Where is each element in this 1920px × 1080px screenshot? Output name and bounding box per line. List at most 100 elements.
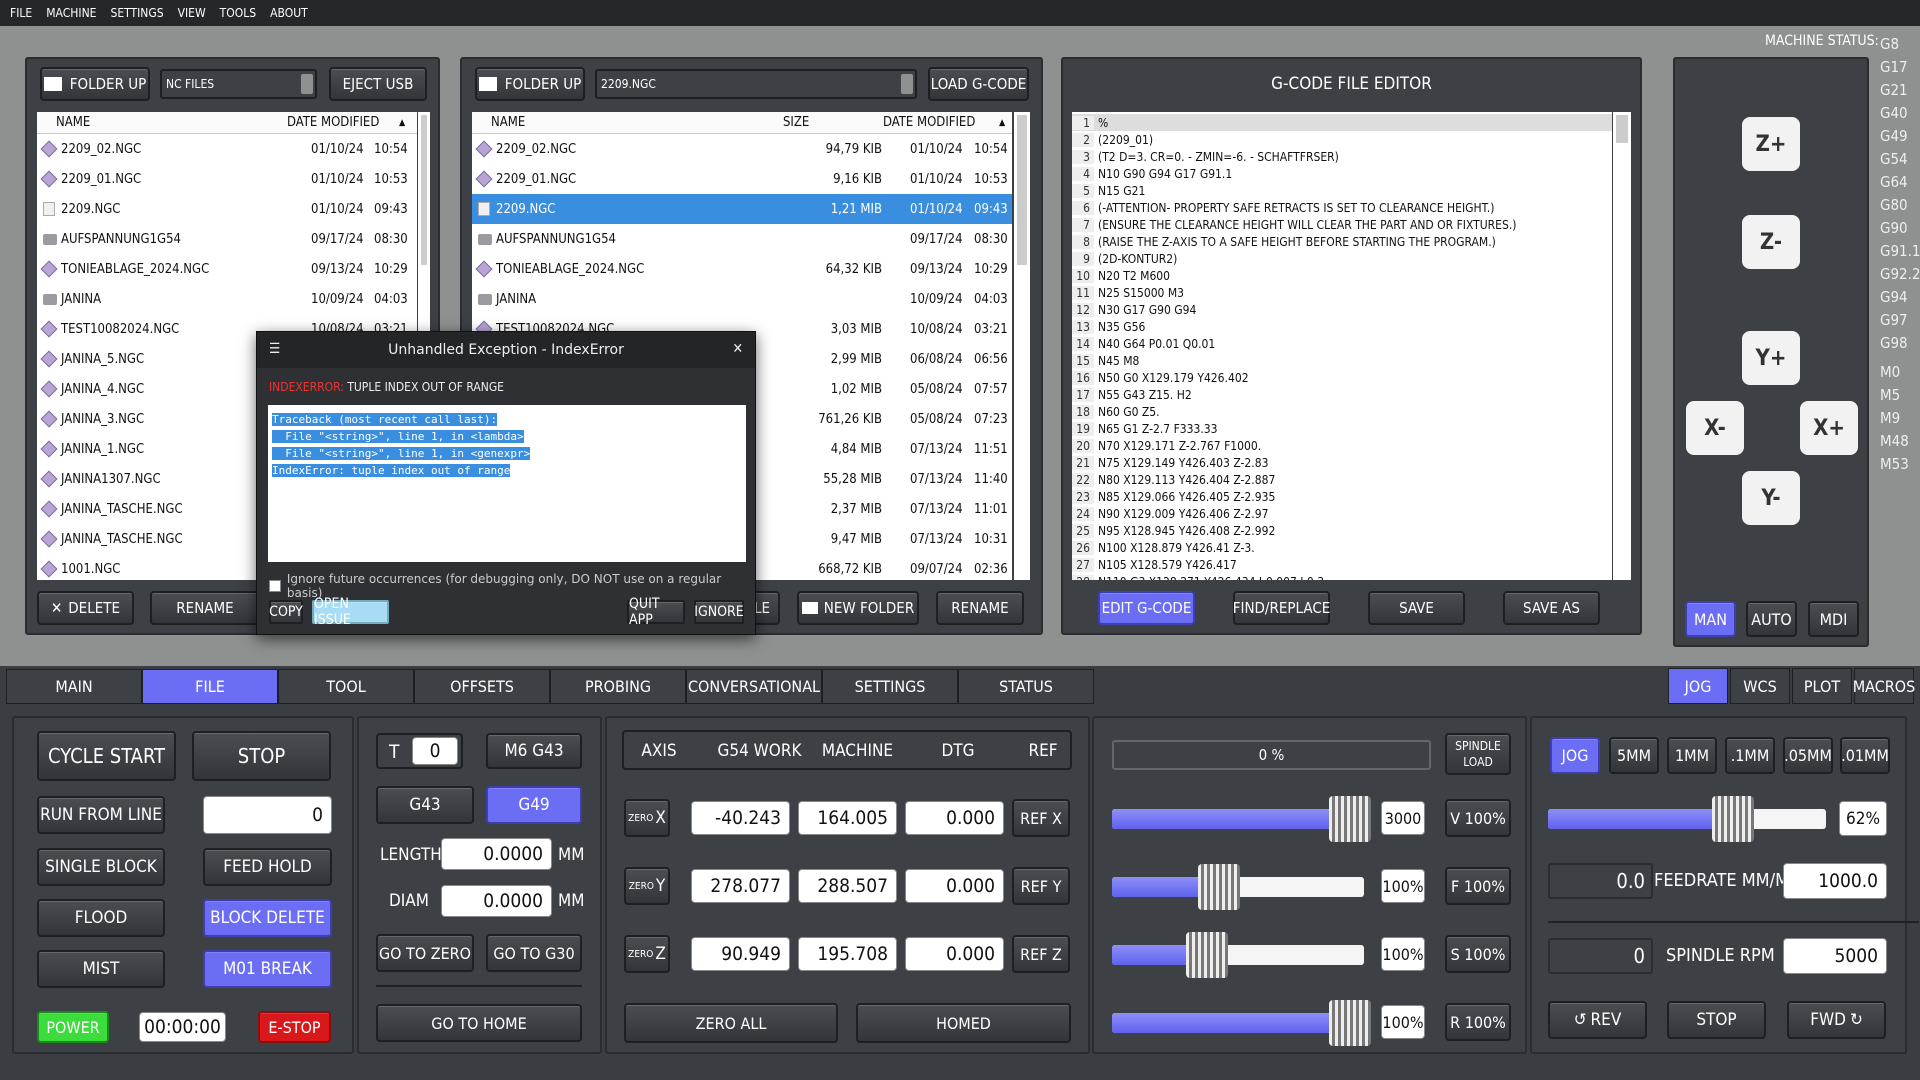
jog-x-minus-button[interactable]: X- — [1686, 401, 1744, 455]
override-reset-button[interactable]: V 100% — [1445, 799, 1511, 837]
folder-up-button[interactable]: FOLDER UP — [40, 67, 150, 101]
gcode-line[interactable]: 6 (-ATTENTION- PROPERTY SAFE RETRACTS IS … — [1072, 199, 1612, 216]
tab-probing[interactable]: PROBING — [550, 669, 686, 704]
open-issue-button[interactable]: OPEN ISSUE — [312, 596, 389, 628]
rename-button[interactable]: RENAME — [936, 591, 1024, 625]
spindle-rev-button[interactable]: ↺ REV — [1548, 1001, 1647, 1039]
slider-handle-icon[interactable] — [1329, 796, 1372, 842]
gcode-line[interactable]: 4 N10 G90 G94 G17 G91.1 — [1072, 165, 1612, 182]
zero-z-button[interactable]: ZERO Z — [624, 935, 670, 973]
gcode-line[interactable]: 11 N25 S15000 M3 — [1072, 284, 1612, 301]
gcode-line[interactable]: 18 N60 G0 Z5. — [1072, 403, 1612, 420]
gcode-line[interactable]: 21 N75 X129.149 Y426.403 Z-2.83 — [1072, 454, 1612, 471]
tab-offsets[interactable]: OFFSETS — [414, 669, 550, 704]
save-as-button[interactable]: SAVE AS — [1503, 591, 1600, 625]
override-slider[interactable] — [1112, 1000, 1372, 1046]
list-item[interactable]: JANINA 10/09/24 04:03 — [472, 284, 1012, 314]
zero-x-button[interactable]: ZERO X — [624, 799, 670, 837]
g43-button[interactable]: G43 — [376, 786, 474, 824]
jog-step-button[interactable]: JOG — [1550, 737, 1600, 774]
list-item[interactable]: 2209.NGC 1,21 MIB 01/10/24 09:43 — [472, 194, 1012, 224]
menu-view[interactable]: VIEW — [178, 6, 206, 20]
copy-button[interactable]: COPY — [269, 600, 303, 624]
jog-y-minus-button[interactable]: Y- — [1742, 471, 1800, 525]
eject-usb-button[interactable]: EJECT USB — [329, 67, 427, 101]
list-item[interactable]: 2209_02.NGC 01/10/24 10:54 — [37, 134, 417, 164]
gcode-line[interactable]: 14 N40 G64 P0.01 Q0.01 — [1072, 335, 1612, 352]
mode-man-button[interactable]: MAN — [1685, 601, 1736, 637]
block-delete-button[interactable]: BLOCK DELETE — [203, 899, 332, 937]
traceback-box[interactable]: Traceback (most recent call last): File … — [268, 405, 746, 562]
right-scrollbar[interactable] — [1014, 112, 1030, 580]
find-replace-button[interactable]: FIND/REPLACE — [1233, 591, 1330, 625]
edit-gcode-button[interactable]: EDIT G-CODE — [1098, 591, 1195, 625]
gcode-line[interactable]: 25 N95 X128.945 Y426.408 Z-2.992 — [1072, 522, 1612, 539]
tab-conversational[interactable]: CONVERSATIONAL — [686, 669, 822, 704]
new-folder-button[interactable]: NEW FOLDER — [797, 591, 919, 625]
override-reset-button[interactable]: S 100% — [1445, 935, 1511, 973]
gcode-line[interactable]: 13 N35 G56 — [1072, 318, 1612, 335]
col-name[interactable]: NAME — [56, 115, 90, 130]
gcode-line[interactable]: 3 (T2 D=3. CR=0. - ZMIN=-6. - SCHAFTFRSER… — [1072, 148, 1612, 165]
close-icon[interactable]: ✕ — [732, 341, 743, 357]
jog-z-minus-button[interactable]: Z- — [1742, 215, 1800, 269]
tab-tool[interactable]: TOOL — [278, 669, 414, 704]
gcode-line[interactable]: 15 N45 M8 — [1072, 352, 1612, 369]
list-item[interactable]: 2209.NGC 01/10/24 09:43 — [37, 194, 417, 224]
jog-step-button[interactable]: .01MM — [1840, 737, 1890, 774]
jog-z-plus-button[interactable]: Z+ — [1742, 117, 1800, 171]
slider-handle-icon[interactable] — [1185, 932, 1228, 978]
gcode-line[interactable]: 28N110 G3 X128.271 Y426.434 I-0.007 J-0.… — [1072, 573, 1612, 580]
gcode-line[interactable]: 9 (2D-KONTUR2) — [1072, 250, 1612, 267]
slider-handle-icon[interactable] — [1712, 796, 1755, 842]
menu-file[interactable]: FILE — [10, 6, 32, 20]
tab-jog[interactable]: JOG — [1668, 668, 1728, 704]
col-date[interactable]: DATE MODIFIED — [287, 115, 379, 130]
power-button[interactable]: POWER — [37, 1011, 109, 1043]
list-item[interactable]: TONIEABLAGE_2024.NGC 64,32 KIB 09/13/24 10:… — [472, 254, 1012, 284]
feed-hold-button[interactable]: FEED HOLD — [203, 848, 332, 886]
menu-tools[interactable]: TOOLS — [220, 6, 256, 20]
jog-step-button[interactable]: .1MM — [1725, 737, 1775, 774]
g49-button[interactable]: G49 — [486, 786, 582, 824]
jog-speed-slider[interactable] — [1548, 796, 1826, 842]
estop-button[interactable]: E-STOP — [258, 1011, 331, 1043]
go-to-zero-button[interactable]: GO TO ZERO — [376, 934, 474, 972]
quit-app-button[interactable]: QUIT APP — [627, 596, 685, 628]
go-to-g30-button[interactable]: GO TO G30 — [486, 934, 582, 972]
gcode-line[interactable]: 23 N85 X129.066 Y426.405 Z-2.935 — [1072, 488, 1612, 505]
slider-handle-icon[interactable] — [1198, 864, 1241, 910]
gcode-line[interactable]: 5 N15 G21 — [1072, 182, 1612, 199]
homed-button[interactable]: HOMED — [856, 1003, 1071, 1043]
run-from-line-input[interactable]: 0 — [203, 796, 332, 834]
tab-settings[interactable]: SETTINGS — [822, 669, 958, 704]
save-button[interactable]: SAVE — [1368, 591, 1465, 625]
zero-all-button[interactable]: ZERO ALL — [624, 1003, 838, 1043]
tab-wcs[interactable]: WCS — [1730, 668, 1790, 704]
file-combo[interactable]: 2209.NGC — [595, 69, 917, 99]
list-item[interactable]: 2209_01.NGC 01/10/24 10:53 — [37, 164, 417, 194]
m01-break-button[interactable]: M01 BREAK — [203, 950, 332, 988]
flood-button[interactable]: FLOOD — [37, 899, 165, 937]
jog-y-plus-button[interactable]: Y+ — [1742, 331, 1800, 385]
list-item[interactable]: TONIEABLAGE_2024.NGC 09/13/24 10:29 — [37, 254, 417, 284]
gcode-line[interactable]: 19 N65 G1 Z-2.7 F333.33 — [1072, 420, 1612, 437]
list-item[interactable]: AUFSPANNUNG1G54 09/17/24 08:30 — [37, 224, 417, 254]
m6-g43-button[interactable]: M6 G43 — [486, 733, 582, 769]
delete-button[interactable]: ✕ DELETE — [37, 591, 134, 625]
gcode-line[interactable]: 22 N80 X129.113 Y426.404 Z-2.887 — [1072, 471, 1612, 488]
tool-number-input[interactable]: 0 — [412, 737, 458, 765]
override-slider[interactable] — [1112, 796, 1372, 842]
col-date[interactable]: DATE MODIFIED — [883, 115, 975, 130]
folder-combo[interactable]: NC FILES — [160, 69, 317, 99]
editor-scrollbar[interactable] — [1613, 112, 1631, 580]
list-item[interactable]: AUFSPANNUNG1G54 09/17/24 08:30 — [472, 224, 1012, 254]
menu-icon[interactable]: ☰ — [269, 341, 280, 357]
ignore-button[interactable]: IGNORE — [694, 600, 744, 624]
menu-settings[interactable]: SETTINGS — [110, 6, 163, 20]
override-slider[interactable] — [1112, 932, 1364, 978]
mode-auto-button[interactable]: AUTO — [1746, 601, 1797, 637]
ref-y-button[interactable]: REF Y — [1012, 867, 1070, 905]
cycle-start-button[interactable]: CYCLE START — [37, 731, 176, 781]
list-item[interactable]: 2209_02.NGC 94,79 KIB 01/10/24 10:54 — [472, 134, 1012, 164]
